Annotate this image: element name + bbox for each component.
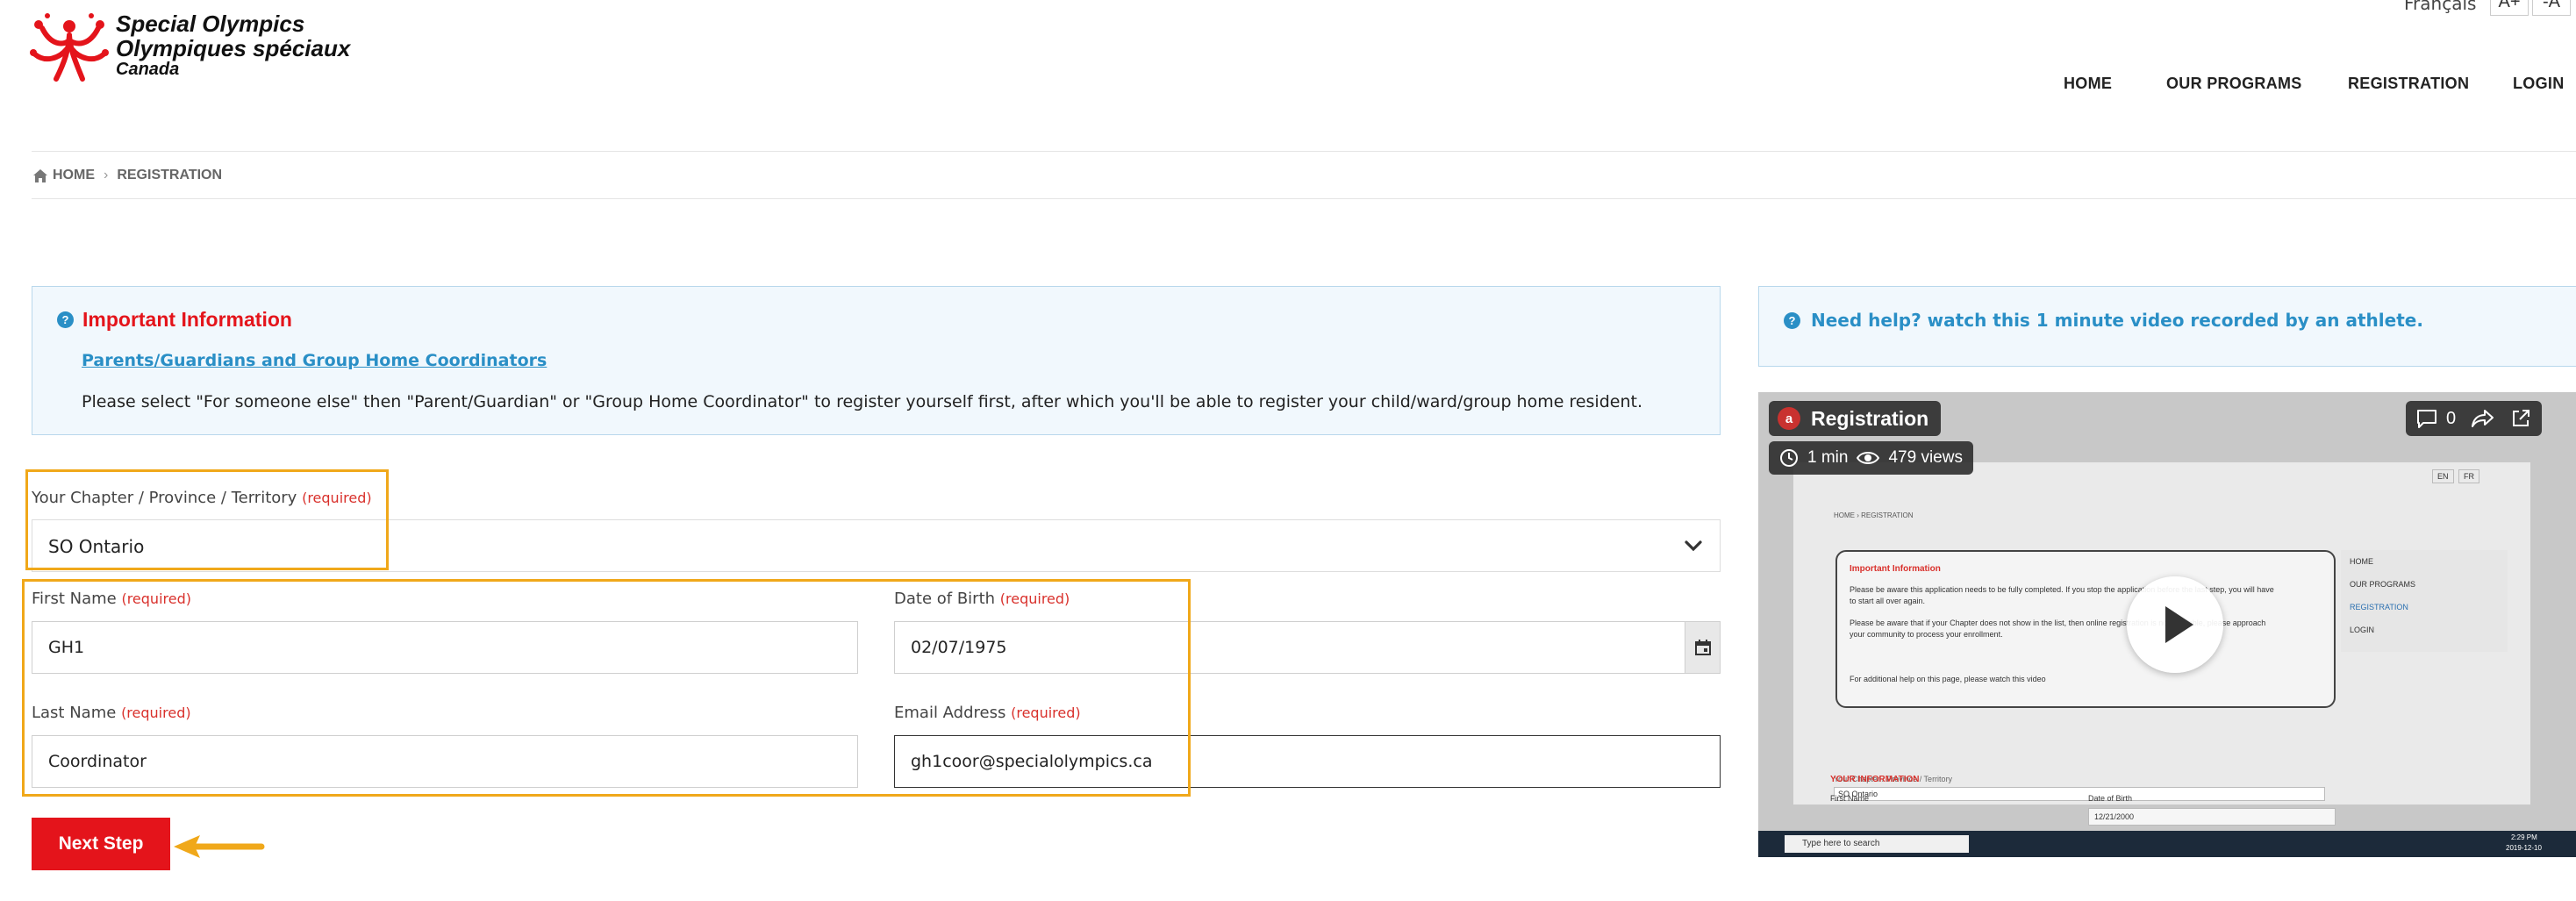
nav-registration[interactable]: REGISTRATION xyxy=(2348,75,2469,93)
chapter-highlight-box xyxy=(25,469,389,570)
video-lang-en: EN xyxy=(2432,469,2454,483)
breadcrumb-home-link[interactable]: HOME xyxy=(53,168,95,183)
comment-icon xyxy=(2417,410,2436,428)
video-side-nav-login: LOGIN xyxy=(2350,626,2375,634)
video-clock-date: 2019-12-10 xyxy=(2506,844,2542,852)
breadcrumb-divider xyxy=(32,198,2576,199)
breadcrumb-current: REGISTRATION xyxy=(117,168,223,182)
open-external-icon[interactable] xyxy=(2510,408,2531,429)
video-panel-line-2: to start all over again. xyxy=(1850,597,1926,605)
video-breadcrumb: HOME › REGISTRATION xyxy=(1834,511,1914,519)
video-taskbar: Type here to search 2:29 PM 2019-12-10 xyxy=(1758,831,2576,857)
info-description: Please select "For someone else" then "P… xyxy=(82,392,1642,411)
font-decrease-button[interactable]: -A xyxy=(2532,0,2571,16)
video-title: Registration xyxy=(1811,406,1929,430)
question-circle-icon: ? xyxy=(1784,311,1800,329)
special-olympics-logo-icon[interactable] xyxy=(30,11,109,86)
home-icon xyxy=(33,168,47,182)
video-clock-time: 2:29 PM xyxy=(2511,833,2537,841)
nav-home[interactable]: HOME xyxy=(2064,75,2112,93)
help-video-box: ? Need help? watch this 1 minute video r… xyxy=(1758,286,2576,367)
breadcrumb: HOME › REGISTRATION xyxy=(33,168,222,183)
info-title: ? Important Information xyxy=(57,308,292,332)
video-actions-chip: 0 xyxy=(2406,401,2543,436)
important-info-box: ? Important Information Parents/Guardian… xyxy=(32,286,1721,435)
video-info-panel: Important Information Please be aware th… xyxy=(1835,550,2336,708)
calendar-icon xyxy=(1694,640,1711,655)
orange-arrow-icon xyxy=(174,835,265,858)
video-side-nav-registration: REGISTRATION xyxy=(2350,603,2408,611)
info-title-text: Important Information xyxy=(82,308,292,331)
parents-guardians-link[interactable]: Parents/Guardians and Group Home Coordin… xyxy=(82,351,547,370)
comments-button[interactable]: 0 xyxy=(2416,409,2456,429)
video-stats-chip: 1 min 479 views xyxy=(1769,441,1973,475)
video-first-name-label: First Name xyxy=(1830,794,1870,803)
language-switch-link[interactable]: Français xyxy=(2404,0,2476,14)
video-duration: 1 min xyxy=(1807,448,1849,467)
video-section-title: YOUR INFORMATION xyxy=(1830,775,1920,784)
help-text-label: Need help? watch this 1 minute video rec… xyxy=(1811,310,2423,331)
font-increase-button[interactable]: A+ xyxy=(2490,0,2529,16)
video-panel-line-5: For additional help on this page, please… xyxy=(1850,675,2046,683)
nav-login[interactable]: LOGIN xyxy=(2513,75,2565,93)
video-views: 479 views xyxy=(1888,448,1963,467)
chevron-down-icon xyxy=(1685,540,1702,552)
video-comment-count: 0 xyxy=(2446,408,2457,428)
eye-icon xyxy=(1857,452,1880,464)
video-dob-label: Date of Birth xyxy=(2088,794,2133,803)
share-icon[interactable] xyxy=(2472,409,2494,428)
play-button-icon[interactable] xyxy=(2127,576,2223,673)
video-title-chip: a Registration xyxy=(1769,401,1942,436)
video-side-nav: HOME OUR PROGRAMS REGISTRATION LOGIN xyxy=(2341,550,2508,652)
clock-icon xyxy=(1780,449,1798,467)
video-panel-line-4: your community to process your enrollmen… xyxy=(1850,630,2003,639)
video-panel-title: Important Information xyxy=(1850,564,1941,574)
video-side-nav-programs: OUR PROGRAMS xyxy=(2350,580,2416,589)
video-dob-input: 12/21/2000 xyxy=(2088,808,2336,826)
header-divider xyxy=(32,151,2576,152)
question-circle-icon: ? xyxy=(57,311,74,328)
video-avatar: a xyxy=(1778,407,1800,430)
logo-text-line-3: Canada xyxy=(116,60,180,79)
calendar-button[interactable] xyxy=(1685,622,1720,673)
next-step-button[interactable]: Next Step xyxy=(32,818,170,870)
help-text: ? Need help? watch this 1 minute video r… xyxy=(1784,310,2423,331)
breadcrumb-separator: › xyxy=(104,168,109,182)
logo-text-line-2: Olympiques spéciaux xyxy=(116,35,351,61)
video-lang-fr: FR xyxy=(2458,469,2479,483)
video-side-nav-home: HOME xyxy=(2350,557,2373,566)
video-player[interactable]: EN FR HOME › REGISTRATION Your Chapter /… xyxy=(1758,392,2576,857)
logo-text-line-1: Special Olympics xyxy=(116,11,305,37)
video-dob-value: 12/21/2000 xyxy=(2094,812,2135,821)
fields-highlight-box xyxy=(22,579,1191,797)
video-taskbar-search: Type here to search xyxy=(1785,835,1969,853)
video-chapter-select: SO Ontario xyxy=(1834,787,2325,801)
nav-our-programs[interactable]: OUR PROGRAMS xyxy=(2166,75,2302,93)
